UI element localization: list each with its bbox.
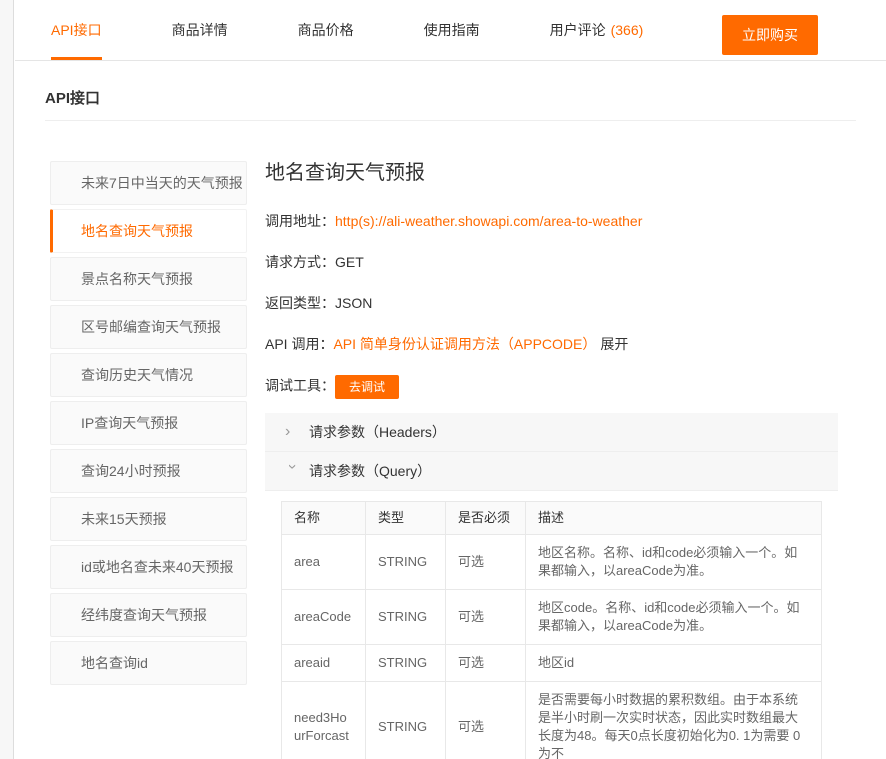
sidebar-item[interactable]: 景点名称天气预报 [50,257,247,301]
param-name-cell: areaCode [282,590,366,645]
params-accordion: ›请求参数（Headers）›请求参数（Query）名称类型是否必须描述area… [265,413,838,759]
tab-label: API接口 [51,20,102,40]
column-header: 类型 [366,502,446,535]
info-line: API 调用：API 简单身份认证调用方法（APPCODE）展开 [265,334,838,354]
param-name-cell: area [282,535,366,590]
info-label: API 调用： [265,336,333,352]
page-left-gutter [0,0,14,759]
api-title: 地名查询天气预报 [265,161,838,185]
param-desc-cell: 地区名称。名称、id和code必须输入一个。如果都输入，以areaCode为准。 [526,535,822,590]
tab-使用指南[interactable]: 使用指南 [424,0,480,60]
param-desc-cell: 是否需要每小时数据的累积数组。由于本系统是半小时刷一次实时状态，因此实时数组最大… [526,682,822,759]
info-line: 返回类型：JSON [265,293,838,313]
info-label: 调试工具： [265,378,335,394]
sidebar-item[interactable]: IP查询天气预报 [50,401,247,445]
table-row: areaSTRING可选地区名称。名称、id和code必须输入一个。如果都输入，… [282,535,822,590]
api-sidebar: 未来7日中当天的天气预报地名查询天气预报景点名称天气预报区号邮编查询天气预报查询… [50,161,247,689]
tab-review-count: (366) [611,22,644,38]
sidebar-item[interactable]: 未来15天预报 [50,497,247,541]
param-required-cell: 可选 [446,535,526,590]
section-title: API接口 [45,87,856,121]
debug-button[interactable]: 去调试 [335,375,399,399]
param-desc-cell: 地区code。名称、id和code必须输入一个。如果都输入，以areaCode为… [526,590,822,645]
param-type-cell: STRING [366,682,446,759]
sidebar-item[interactable]: 未来7日中当天的天气预报 [50,161,247,205]
column-header: 名称 [282,502,366,535]
param-required-cell: 可选 [446,590,526,645]
tab-label: 商品价格 [298,20,354,40]
sidebar-item[interactable]: 地名查询天气预报 [50,209,247,253]
table-row: areaidSTRING可选地区id [282,645,822,682]
info-value: JSON [335,295,372,311]
expand-toggle[interactable]: 展开 [600,336,628,352]
buy-now-button[interactable]: 立即购买 [722,15,818,55]
sidebar-item[interactable]: 地名查询id [50,641,247,685]
info-label: 调用地址： [265,213,335,229]
column-header: 描述 [526,502,822,535]
accordion-body: 名称类型是否必须描述areaSTRING可选地区名称。名称、id和code必须输… [265,491,838,759]
info-line: 调试工具：去调试 [265,375,838,399]
content-columns: 未来7日中当天的天气预报地名查询天气预报景点名称天气预报区号邮编查询天气预报查询… [50,161,838,759]
tab-label: 用户评论 [550,20,606,40]
accordion-label: 请求参数（Query） [309,461,431,481]
info-label: 请求方式： [265,254,335,270]
tab-商品详情[interactable]: 商品详情 [172,0,228,60]
table-header-row: 名称类型是否必须描述 [282,502,822,535]
param-type-cell: STRING [366,590,446,645]
sidebar-item[interactable]: 查询24小时预报 [50,449,247,493]
param-desc-cell: 地区id [526,645,822,682]
chevron-right-icon: › [285,424,299,440]
accordion-header[interactable]: › 请求参数（Headers） [265,413,838,452]
param-required-cell: 可选 [446,682,526,759]
param-type-cell: STRING [366,535,446,590]
tab-商品价格[interactable]: 商品价格 [298,0,354,60]
accordion-label: 请求参数（Headers） [309,422,446,442]
table-row: areaCodeSTRING可选地区code。名称、id和code必须输入一个。… [282,590,822,645]
tab-用户评论[interactable]: 用户评论 (366) [550,0,644,60]
param-type-cell: STRING [366,645,446,682]
product-api-page: API接口 商品详情 商品价格 使用指南 用户评论 (366) 立即购买 API接口 未来… [0,0,886,759]
appcode-doc-link[interactable]: API 简单身份认证调用方法（APPCODE） [333,336,596,352]
sidebar-item[interactable]: 查询历史天气情况 [50,353,247,397]
endpoint-link[interactable]: http(s)://ali-weather.showapi.com/area-t… [335,213,642,229]
tab-list: API接口 商品详情 商品价格 使用指南 用户评论 (366) [51,0,713,60]
tab-API接口[interactable]: API接口 [51,0,102,60]
tab-label: 使用指南 [424,20,480,40]
param-name-cell: need3HourForcast [282,682,366,759]
accordion-header[interactable]: › 请求参数（Query） [265,452,838,491]
params-table: 名称类型是否必须描述areaSTRING可选地区名称。名称、id和code必须输… [281,501,822,759]
column-header: 是否必须 [446,502,526,535]
param-required-cell: 可选 [446,645,526,682]
tab-label: 商品详情 [172,20,228,40]
sidebar-item[interactable]: 区号邮编查询天气预报 [50,305,247,349]
api-info-list: 调用地址：http(s)://ali-weather.showapi.com/a… [265,211,838,399]
info-label: 返回类型： [265,295,335,311]
param-name-cell: areaid [282,645,366,682]
info-line: 请求方式：GET [265,252,838,272]
sidebar-item[interactable]: 经纬度查询天气预报 [50,593,247,637]
api-detail-panel: 地名查询天气预报 调用地址：http(s)://ali-weather.show… [265,161,838,759]
sidebar-item[interactable]: id或地名查未来40天预报 [50,545,247,589]
chevron-down-icon: › [284,464,300,478]
table-row: need3HourForcastSTRING可选是否需要每小时数据的累积数组。由… [282,682,822,759]
info-line: 调用地址：http(s)://ali-weather.showapi.com/a… [265,211,838,231]
top-tab-bar: API接口 商品详情 商品价格 使用指南 用户评论 (366) 立即购买 [15,0,886,61]
content-wrapper: API接口 商品详情 商品价格 使用指南 用户评论 (366) 立即购买 API接口 未来… [15,0,886,759]
info-value: GET [335,254,364,270]
